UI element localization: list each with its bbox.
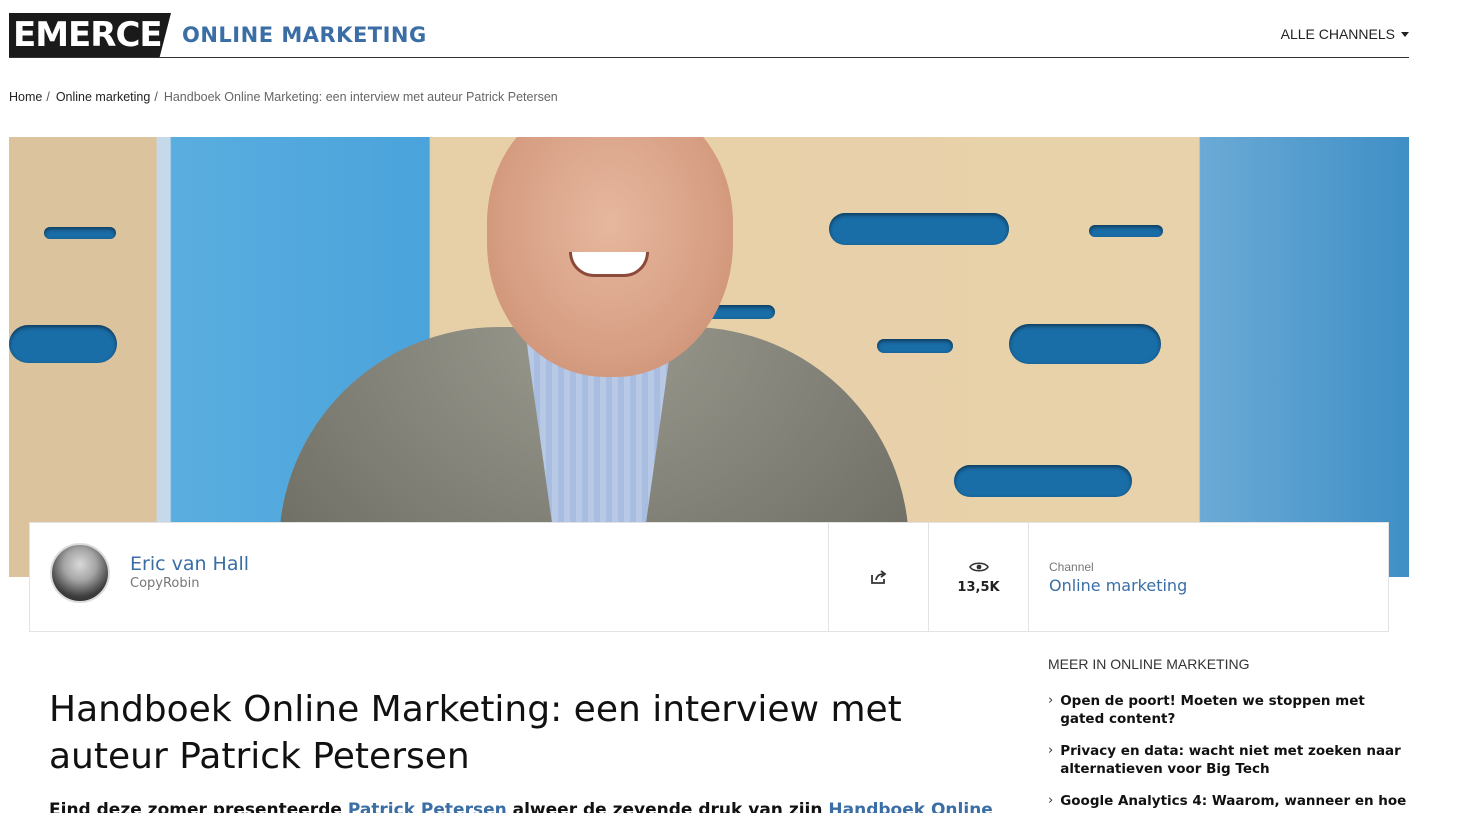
- all-channels-dropdown[interactable]: ALLE CHANNELS: [1281, 26, 1409, 42]
- lead-link-book[interactable]: Handboek Online: [828, 800, 992, 813]
- wall-slot: [1089, 225, 1163, 237]
- chevron-down-icon: [1401, 31, 1409, 37]
- views-counter: 13,5K: [929, 523, 1029, 631]
- breadcrumb-separator: /: [154, 90, 158, 104]
- channel-title[interactable]: ONLINE MARKETING: [182, 23, 427, 47]
- lead-link-author[interactable]: Patrick Petersen: [348, 800, 507, 813]
- chevron-right-icon: ›: [1048, 743, 1054, 758]
- breadcrumb-online-marketing[interactable]: Online marketing: [56, 90, 151, 104]
- lead-text: Eind deze zomer presenteerde: [49, 800, 348, 813]
- views-count: 13,5K: [957, 579, 1000, 595]
- breadcrumb-current: Handboek Online Marketing: een interview…: [163, 90, 558, 104]
- channel-link[interactable]: Online marketing: [1049, 576, 1187, 595]
- share-icon: [870, 570, 886, 584]
- author-company: CopyRobin: [130, 576, 200, 591]
- author-name[interactable]: Eric van Hall: [130, 553, 249, 575]
- wall-slot: [954, 465, 1132, 497]
- article-title: Handboek Online Marketing: een interview…: [49, 689, 902, 777]
- lead-text: alweer de zevende druk van zijn: [506, 800, 829, 813]
- breadcrumb-separator: /: [46, 90, 50, 104]
- chevron-right-icon: ›: [1048, 793, 1054, 808]
- hero-image: [9, 137, 1409, 577]
- article-lead: Eind deze zomer presenteerde Patrick Pet…: [49, 800, 993, 813]
- sidebar-item[interactable]: › Privacy en data: wacht niet met zoeken…: [1048, 742, 1408, 778]
- author-bar: Eric van Hall CopyRobin 13,5K Channel On…: [29, 522, 1389, 632]
- person-smile: [569, 252, 649, 277]
- wall-slot: [44, 227, 116, 239]
- eye-icon: [968, 561, 989, 572]
- sidebar-related: MEER IN ONLINE MARKETING › Open de poort…: [1048, 656, 1408, 813]
- sidebar-heading: MEER IN ONLINE MARKETING: [1048, 656, 1250, 672]
- emerce-logo[interactable]: EMERCE: [9, 13, 171, 57]
- sidebar-item-label: Google Analytics 4: Waarom, wanneer en h…: [1060, 793, 1407, 809]
- channel-label: Channel: [1049, 560, 1094, 574]
- share-button[interactable]: [829, 523, 929, 631]
- sidebar-item-label: Privacy en data: wacht niet met zoeken n…: [1060, 743, 1401, 777]
- site-header: EMERCE ONLINE MARKETING ALLE CHANNELS: [9, 13, 1409, 58]
- wall-slot: [9, 325, 117, 363]
- channel-info: Channel Online marketing: [1029, 523, 1388, 631]
- author-info: Eric van Hall CopyRobin: [30, 523, 829, 631]
- sidebar-item-label: Open de poort! Moeten we stoppen met gat…: [1060, 693, 1365, 727]
- wall-slot: [829, 213, 1009, 245]
- breadcrumb-home[interactable]: Home: [9, 90, 42, 104]
- breadcrumb: Home / Online marketing / Handboek Onlin…: [9, 90, 558, 104]
- all-channels-label: ALLE CHANNELS: [1280, 26, 1395, 42]
- wall-slot: [877, 339, 953, 353]
- sidebar-item[interactable]: › Open de poort! Moeten we stoppen met g…: [1048, 692, 1408, 728]
- sidebar-item[interactable]: › Google Analytics 4: Waarom, wanneer en…: [1048, 792, 1408, 810]
- avatar[interactable]: [50, 543, 110, 603]
- wall-slot: [1009, 324, 1161, 364]
- chevron-right-icon: ›: [1048, 693, 1054, 708]
